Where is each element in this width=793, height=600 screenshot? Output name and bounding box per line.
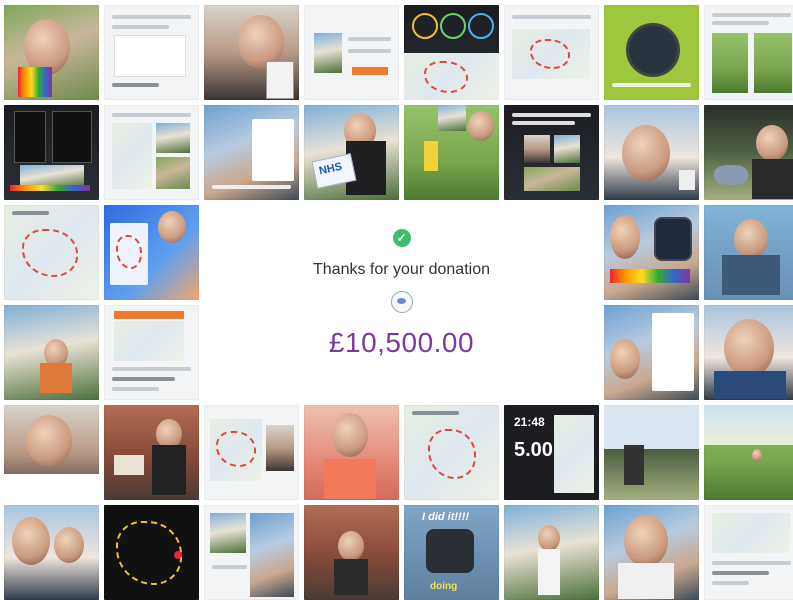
collage-screenshot (104, 305, 199, 400)
collage-screenshot (204, 505, 299, 600)
collage-photo (604, 205, 699, 300)
collage-fitness-app (404, 5, 499, 100)
collage-photo (204, 5, 299, 100)
collage-screenshot (604, 305, 699, 400)
story-caption-text: I did it!!!! (422, 511, 470, 523)
collage-photo (304, 505, 399, 600)
charity-logo-icon (390, 291, 413, 313)
thank-you-heading: Thanks for your donation (313, 261, 490, 278)
collage-photo (304, 405, 399, 500)
collage-photo (4, 5, 99, 100)
collage-photo (604, 405, 699, 500)
collage-screenshot (204, 405, 299, 500)
collage-screenshot (504, 5, 599, 100)
collage-photo (4, 505, 99, 600)
collage-screenshot (304, 5, 399, 100)
watch-time-text: 21:48 (514, 415, 545, 429)
collage-screenshot (104, 105, 199, 200)
collage-screenshot (704, 505, 793, 600)
collage-story-screenshot: I did it!!!! doing (404, 505, 499, 600)
collage-photo (404, 105, 499, 200)
collage-photo (704, 205, 793, 300)
collage-map-screenshot (404, 405, 499, 500)
collage-map-screenshot (4, 205, 99, 300)
check-circle-icon: ✓ (392, 229, 411, 247)
collage-screenshot (4, 105, 99, 200)
story-caption-2-text: doing (430, 581, 458, 592)
collage-photo (104, 405, 199, 500)
collage-photo (604, 105, 699, 200)
collage-photo (4, 305, 99, 400)
collage-screenshot (104, 205, 199, 300)
collage-screenshot (504, 105, 599, 200)
watch-distance-text: 5.00 (514, 439, 553, 461)
collage-photo (504, 505, 599, 600)
collage-photo (704, 405, 793, 500)
collage-photo (604, 505, 699, 600)
donation-amount: £10,500.00 (328, 327, 475, 358)
collage-running-watch: 21:48 5.00 (504, 405, 599, 500)
collage-nhs-photo: NHS (304, 105, 399, 200)
collage-screenshot (104, 5, 199, 100)
collage-photo (704, 105, 793, 200)
collage-screenshot (704, 5, 793, 100)
collage-screenshot (204, 105, 299, 200)
donation-confirmation-panel: ✓ Thanks for your donation £10,500.00 (204, 205, 599, 400)
collage-photo (704, 305, 793, 400)
collage-map-dark (104, 505, 199, 600)
collage-watch-photo (604, 5, 699, 100)
collage-photo (4, 405, 99, 500)
